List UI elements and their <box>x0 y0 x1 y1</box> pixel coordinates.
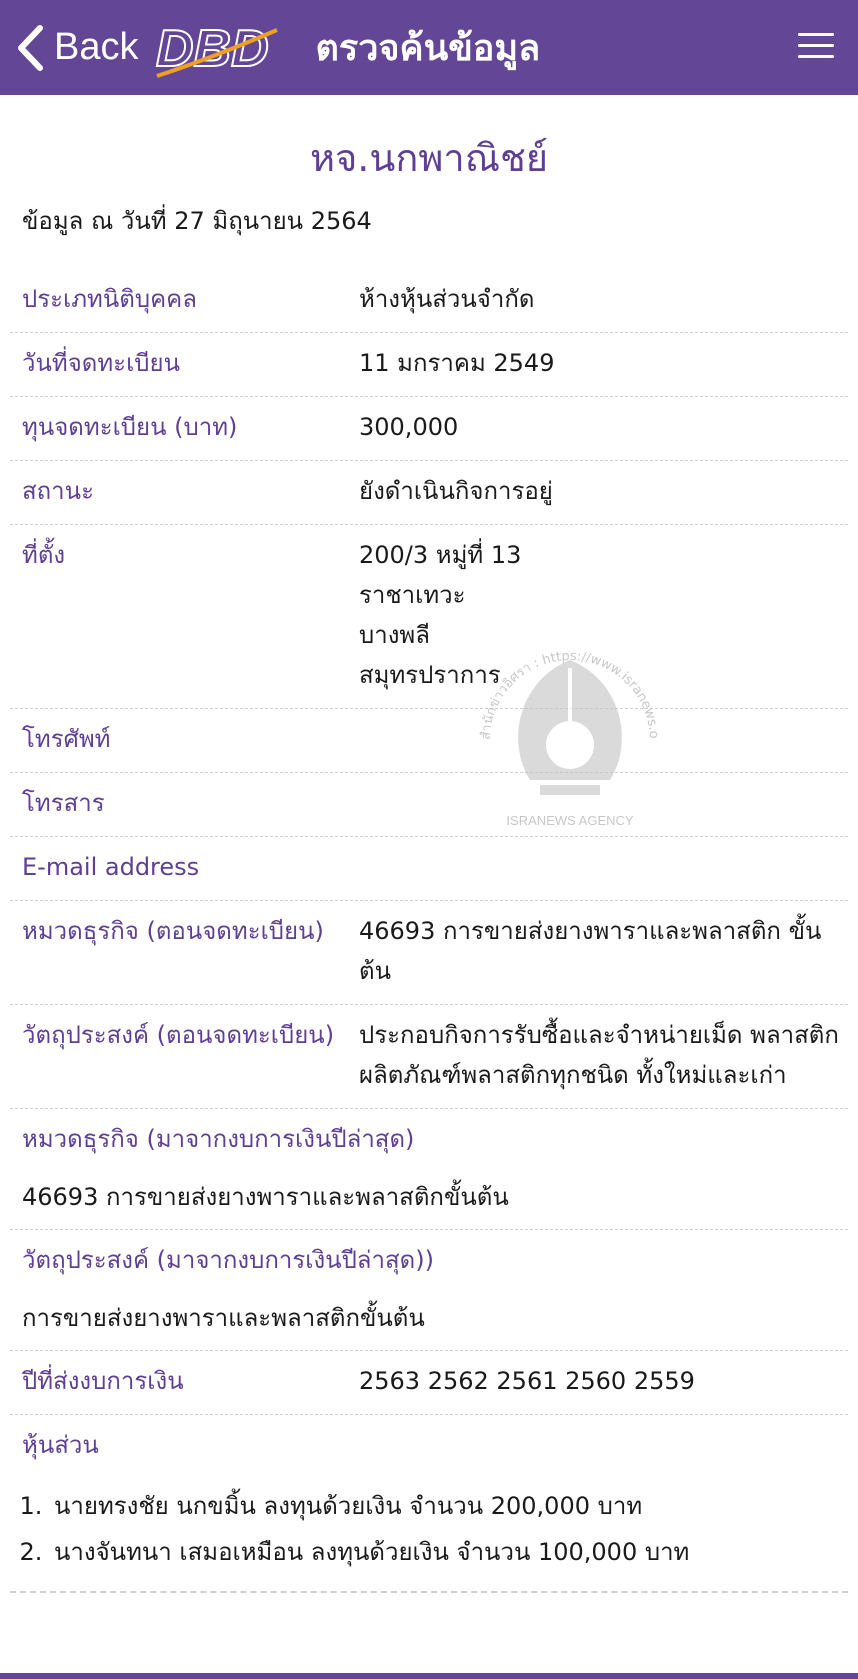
detail-list: ประเภทนิติบุคคล ห้างหุ้นส่วนจำกัด วันที่… <box>10 269 848 1593</box>
detail-row: วัตถุประสงค์ (ตอนจดทะเบียน) ประกอบกิจการ… <box>10 1005 848 1109</box>
detail-row: สถานะ ยังดำเนินกิจการอยู่ <box>10 461 848 525</box>
field-value: 46693 การขายส่งยางพาราและพลาสติกขั้นต้น <box>22 1183 509 1211</box>
field-label: ทุนจดทะเบียน (บาท) <box>22 413 238 441</box>
watermark-caption: ISRANEWS AGENCY <box>506 813 633 828</box>
dbd-logo: DBD <box>155 19 279 78</box>
field-value: 300,000 <box>359 413 459 441</box>
detail-row: หมวดธุรกิจ (ตอนจดทะเบียน) 46693 การขายส่… <box>10 901 848 1005</box>
detail-row: E-mail address <box>10 837 848 901</box>
field-label: หมวดธุรกิจ (ตอนจดทะเบียน) <box>22 917 324 945</box>
detail-row: ประเภทนิติบุคคล ห้างหุ้นส่วนจำกัด <box>10 269 848 333</box>
chevron-left-icon <box>18 24 43 71</box>
field-label: วัตถุประสงค์ (ตอนจดทะเบียน) <box>22 1021 335 1049</box>
partners-section: หุ้นส่วน นายทรงชัย นกขมิ้น ลงทุนด้วยเงิน… <box>10 1415 848 1593</box>
latest-business-category: หมวดธุรกิจ (มาจากงบการเงินปีล่าสุด) 4669… <box>10 1109 848 1230</box>
field-value: ห้างหุ้นส่วนจำกัด <box>359 285 535 313</box>
detail-row: โทรศัพท์ <box>10 709 848 773</box>
data-as-of: ข้อมูล ณ วันที่ 27 มิถุนายน 2564 <box>22 207 372 235</box>
hamburger-menu-icon[interactable] <box>798 33 834 61</box>
field-label: โทรสาร <box>22 789 105 817</box>
field-label: หมวดธุรกิจ (มาจากงบการเงินปีล่าสุด) <box>22 1125 415 1153</box>
field-label: โทรศัพท์ <box>22 725 111 753</box>
latest-objective: วัตถุประสงค์ (มาจากงบการเงินปีล่าสุด)) ก… <box>10 1230 848 1351</box>
field-label: ประเภทนิติบุคคล <box>22 285 197 313</box>
field-value: 2563 2562 2561 2560 2559 <box>359 1367 695 1395</box>
list-item: นางจันทนา เสมอเหมือน ลงทุนด้วยเงิน จำนวน… <box>50 1529 848 1575</box>
field-label: สถานะ <box>22 477 94 505</box>
company-name: หจ.นกพาณิชย์ <box>309 136 549 180</box>
field-value: 46693 การขายส่งยางพาราและพลาสติก ขั้นต้น <box>359 917 822 985</box>
detail-row: ที่ตั้ง 200/3 หมู่ที่ 13 ราชาเทวะ บางพลี… <box>10 525 848 709</box>
detail-row: ทุนจดทะเบียน (บาท) 300,000 <box>10 397 848 461</box>
back-label: Back <box>54 26 139 68</box>
field-label: วันที่จดทะเบียน <box>22 349 180 377</box>
detail-row: โทรสาร <box>10 773 848 837</box>
content: หจ.นกพาณิชย์ ข้อมูล ณ วันที่ 27 มิถุนายน… <box>0 95 858 1593</box>
detail-row: วันที่จดทะเบียน 11 มกราคม 2549 <box>10 333 848 397</box>
page-title: ตรวจค้นข้อมูล <box>315 28 541 69</box>
bottom-bar <box>0 1673 858 1679</box>
detail-row: ปีที่ส่งงบการเงิน 2563 2562 2561 2560 25… <box>10 1351 848 1415</box>
back-button[interactable]: Back <box>16 24 139 71</box>
partner-list: นายทรงชัย นกขมิ้น ลงทุนด้วยเงิน จำนวน 20… <box>22 1483 848 1575</box>
field-value: ประกอบกิจการรับซื้อและจำหน่ายเม็ด พลาสติ… <box>359 1021 839 1089</box>
field-label: E-mail address <box>22 853 200 881</box>
top-app-bar: Back DBD ตรวจค้นข้อมูล <box>0 0 858 95</box>
field-label: หุ้นส่วน <box>22 1431 99 1459</box>
isranews-watermark-icon: สำนักข่าวอิศรา : https://www.isranews.or… <box>470 630 661 828</box>
list-item: นายทรงชัย นกขมิ้น ลงทุนด้วยเงิน จำนวน 20… <box>50 1483 848 1529</box>
field-label: วัตถุประสงค์ (มาจากงบการเงินปีล่าสุด)) <box>22 1246 434 1274</box>
field-value: 11 มกราคม 2549 <box>359 349 555 377</box>
field-label: ที่ตั้ง <box>22 541 66 569</box>
email-value <box>359 847 839 887</box>
field-value: ยังดำเนินกิจการอยู่ <box>359 477 553 505</box>
field-label: ปีที่ส่งงบการเงิน <box>22 1367 184 1395</box>
field-value: การขายส่งยางพาราและพลาสติกขั้นต้น <box>22 1304 425 1332</box>
